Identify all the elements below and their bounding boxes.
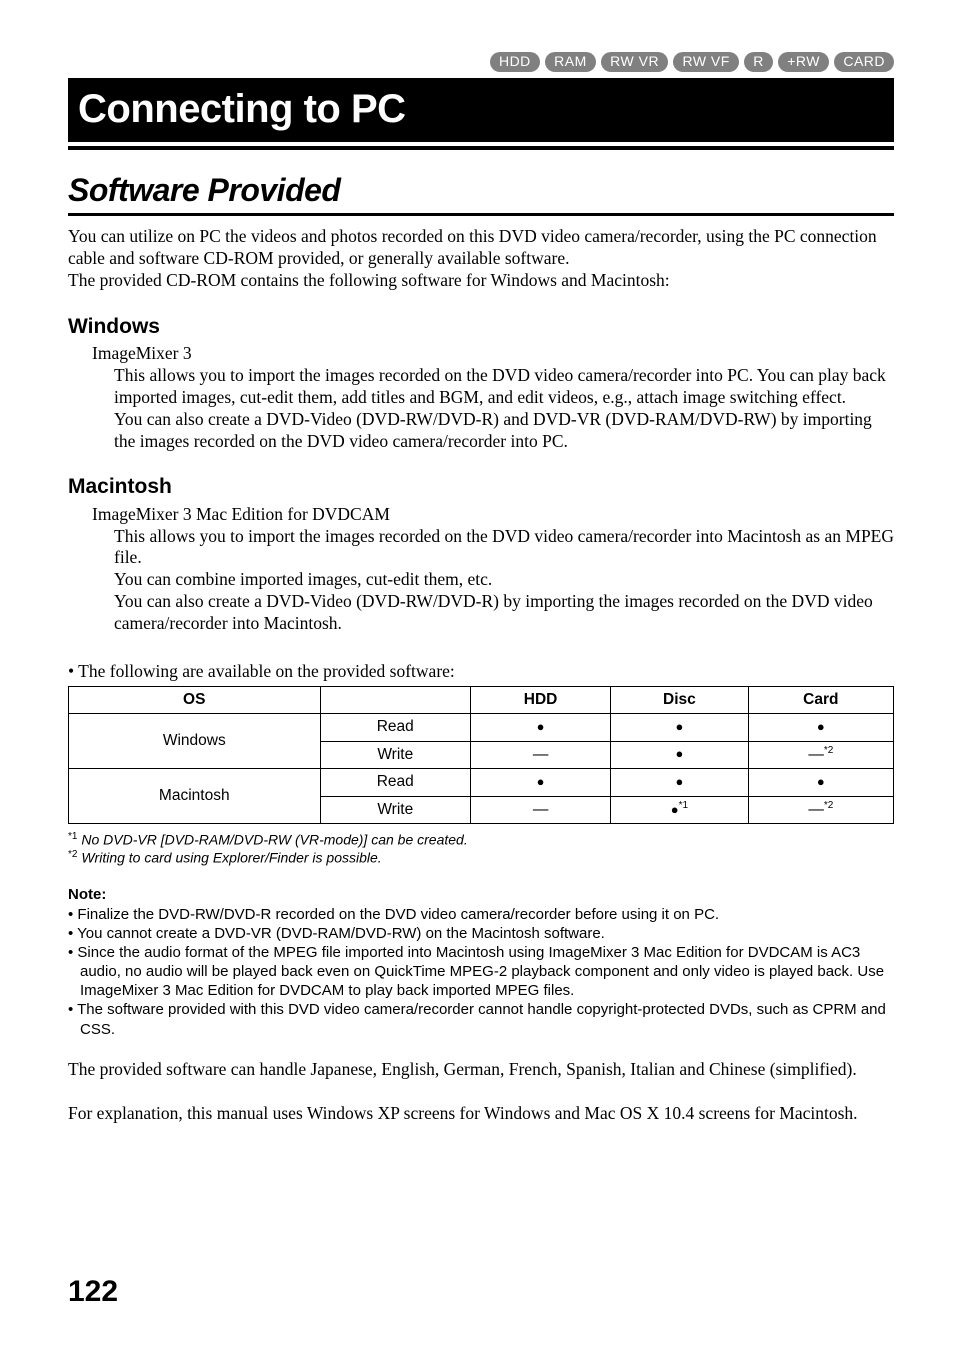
footnote-1: *1 No DVD-VR [DVD-RAM/DVD-RW (VR-mode)] … [68, 831, 894, 849]
mac-product-name: ImageMixer 3 Mac Edition for DVDCAM [68, 504, 894, 526]
cell-card: ● [748, 714, 893, 741]
cell-card: —*2 [748, 796, 893, 824]
badge-hdd: HDD [490, 52, 540, 73]
cell-os-windows: Windows [69, 714, 321, 769]
macintosh-heading: Macintosh [68, 474, 894, 500]
intro-paragraph-1: You can utilize on PC the videos and pho… [68, 226, 894, 270]
note-block: Note: • Finalize the DVD-RW/DVD-R record… [68, 885, 894, 1039]
badge-plusrw: +RW [778, 52, 829, 73]
note-item: • The software provided with this DVD vi… [68, 1000, 894, 1038]
cell-disc: ● [611, 714, 749, 741]
th-hdd: HDD [471, 686, 611, 713]
table-intro-bullet: • The following are available on the pro… [68, 661, 894, 683]
badge-rwvf: RW VF [673, 52, 738, 73]
media-badges-row: HDD RAM RW VR RW VF R +RW CARD [68, 50, 894, 72]
cell-disc: ●*1 [611, 796, 749, 824]
th-disc: Disc [611, 686, 749, 713]
table-row: Windows Read ● ● ● [69, 714, 894, 741]
section-title: Software Provided [68, 170, 894, 216]
badge-card: CARD [834, 52, 894, 73]
note-item: • Finalize the DVD-RW/DVD-R recorded on … [68, 905, 894, 924]
mac-description-2: You can combine imported images, cut-edi… [68, 569, 894, 591]
cell-mode: Write [320, 741, 471, 769]
th-card: Card [748, 686, 893, 713]
badge-rwvr: RW VR [601, 52, 668, 73]
cell-hdd: — [471, 741, 611, 769]
windows-description-1: This allows you to import the images rec… [68, 365, 894, 409]
cell-hdd: ● [471, 769, 611, 796]
chapter-rule [68, 146, 894, 150]
cell-hdd: ● [471, 714, 611, 741]
th-os: OS [69, 686, 321, 713]
th-mode [320, 686, 471, 713]
cell-hdd: — [471, 796, 611, 824]
note-item: • You cannot create a DVD-VR (DVD-RAM/DV… [68, 924, 894, 943]
closing-paragraph-1: The provided software can handle Japanes… [68, 1059, 894, 1081]
note-item: • Since the audio format of the MPEG fil… [68, 943, 894, 1001]
cell-mode: Read [320, 714, 471, 741]
badge-ram: RAM [545, 52, 596, 73]
windows-product-name: ImageMixer 3 [68, 343, 894, 365]
closing-paragraph-2: For explanation, this manual uses Window… [68, 1103, 894, 1125]
cell-card: ● [748, 769, 893, 796]
table-row: Macintosh Read ● ● ● [69, 769, 894, 796]
cell-os-mac: Macintosh [69, 769, 321, 824]
cell-disc: ● [611, 769, 749, 796]
windows-heading: Windows [68, 314, 894, 340]
capabilities-table: OS HDD Disc Card Windows Read ● ● ● Writ… [68, 686, 894, 824]
cell-mode: Write [320, 796, 471, 824]
cell-disc: ● [611, 741, 749, 769]
mac-description-3: You can also create a DVD-Video (DVD-RW/… [68, 591, 894, 635]
cell-mode: Read [320, 769, 471, 796]
chapter-title: Connecting to PC [68, 78, 894, 142]
note-heading: Note: [68, 886, 106, 903]
windows-description-2: You can also create a DVD-Video (DVD-RW/… [68, 409, 894, 453]
intro-paragraph-2: The provided CD-ROM contains the followi… [68, 270, 894, 292]
footnote-2: *2 Writing to card using Explorer/Finder… [68, 849, 894, 867]
page-number: 122 [68, 1273, 118, 1311]
mac-description-1: This allows you to import the images rec… [68, 526, 894, 570]
cell-card: —*2 [748, 741, 893, 769]
badge-r: R [744, 52, 773, 73]
